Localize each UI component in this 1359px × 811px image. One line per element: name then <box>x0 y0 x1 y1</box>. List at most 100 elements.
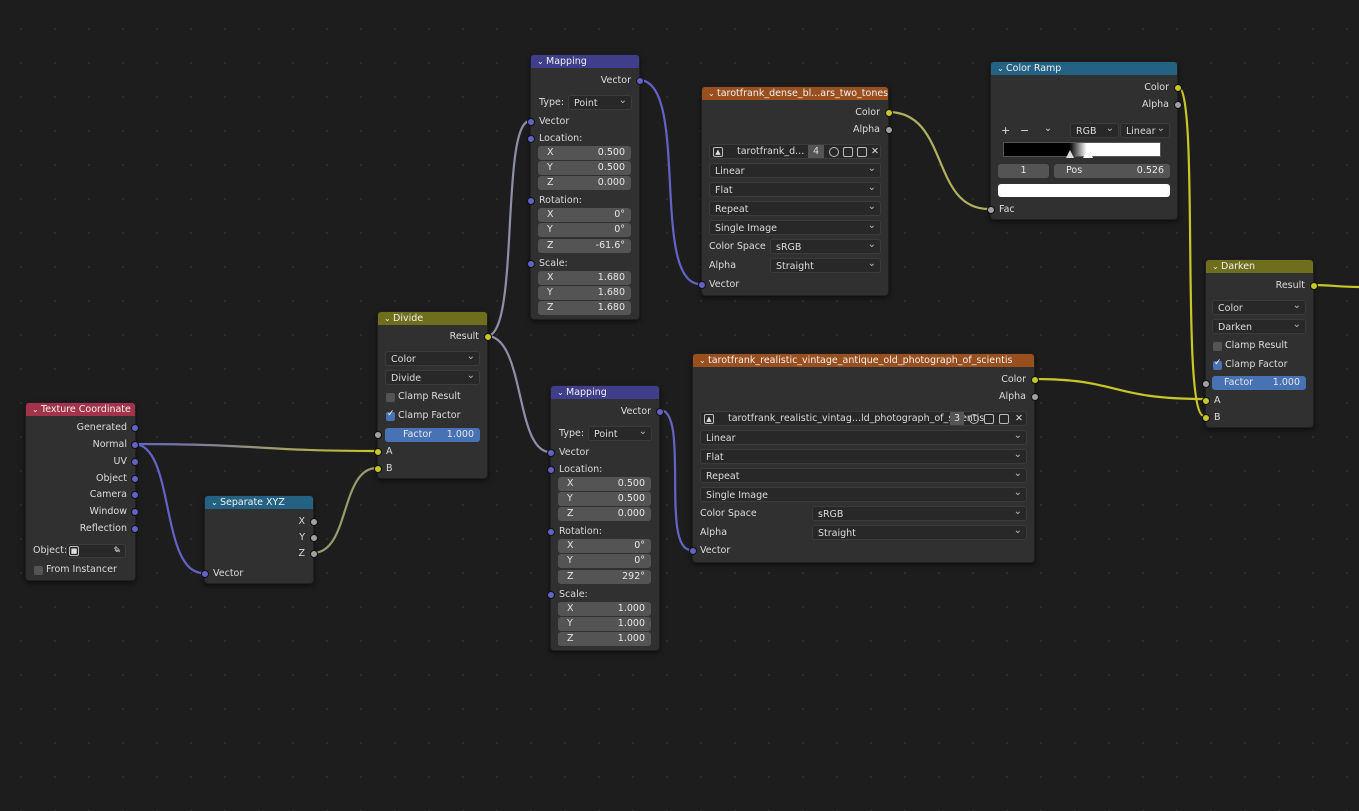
divide-node[interactable]: ⌄Divide Result Color Divide Clamp Result… <box>374 311 492 479</box>
fake-user-shield-icon[interactable] <box>969 414 979 424</box>
duplicate-icon[interactable] <box>843 147 853 157</box>
rotation-y-field[interactable]: Y 0° <box>558 554 651 568</box>
socket-scale[interactable] <box>547 591 555 599</box>
location-z-field[interactable]: Z 0.000 <box>558 507 651 521</box>
color-ramp-gradient[interactable] <box>1003 142 1161 157</box>
socket-uv[interactable] <box>131 458 139 466</box>
clamp-factor-checkbox[interactable] <box>386 409 395 421</box>
fake-user-shield-icon[interactable] <box>829 147 839 157</box>
data-type-dropdown[interactable]: Color <box>385 351 480 366</box>
socket-color-out[interactable] <box>1174 84 1182 92</box>
mapping-2-header[interactable]: ⌄ Mapping <box>551 386 659 399</box>
socket-a[interactable] <box>1202 397 1210 405</box>
ramp-stop-white-active[interactable] <box>1083 148 1093 158</box>
blend-mode-dropdown[interactable]: Divide <box>385 370 480 385</box>
socket-location[interactable] <box>547 466 555 474</box>
color-ramp-header[interactable]: ⌄ Color Ramp <box>991 62 1177 75</box>
socket-result[interactable] <box>484 333 492 341</box>
object-field[interactable]: ■ ✎ <box>66 544 126 558</box>
socket-color-out[interactable] <box>885 109 893 117</box>
projection-dropdown[interactable]: Flat <box>709 182 881 197</box>
collapse-chevron-icon[interactable]: ⌄ <box>211 496 220 509</box>
color-mode-dropdown[interactable]: RGB <box>1070 123 1119 138</box>
rotation-z-field[interactable]: Z 292° <box>558 570 651 584</box>
socket-rotation[interactable] <box>547 528 555 536</box>
color-space-dropdown[interactable]: sRGB <box>770 239 881 254</box>
interpolation-dropdown[interactable]: Linear <box>700 430 1027 445</box>
image-name[interactable]: tarotfrank_realistic_vintag...ld_photogr… <box>728 411 984 426</box>
data-type-dropdown[interactable]: Color <box>1212 300 1306 315</box>
user-count[interactable]: 3 <box>950 412 964 425</box>
mapping-node-2[interactable]: ⌄Mapping Vector Type: Point Vector Locat… <box>547 385 664 651</box>
close-icon[interactable]: ✕ <box>871 144 879 159</box>
user-count[interactable]: 4 <box>808 145 824 158</box>
socket-window[interactable] <box>131 508 139 516</box>
location-y-field[interactable]: Y 0.500 <box>558 492 651 506</box>
socket-generated[interactable] <box>131 424 139 432</box>
image-browse-icon[interactable]: ▲ <box>713 147 723 157</box>
darken-node[interactable]: ⌄Darken Result Color Darken Clamp Result… <box>1202 259 1318 428</box>
extension-dropdown[interactable]: Repeat <box>709 201 881 216</box>
socket-reflection[interactable] <box>131 525 139 533</box>
close-icon[interactable]: ✕ <box>1015 411 1023 426</box>
socket-vector-in[interactable] <box>547 449 555 457</box>
socket-normal[interactable] <box>131 441 139 449</box>
remove-stop-button[interactable]: − <box>1020 123 1029 138</box>
clamp-result-checkbox[interactable] <box>386 393 395 402</box>
eyedropper-icon[interactable]: ✎ <box>113 545 121 557</box>
socket-factor-in[interactable] <box>374 431 382 439</box>
socket-location[interactable] <box>527 135 535 143</box>
socket-x[interactable] <box>310 518 318 526</box>
socket-vector-in[interactable] <box>698 281 706 289</box>
socket-color-out[interactable] <box>1031 376 1039 384</box>
socket-a[interactable] <box>374 448 382 456</box>
projection-dropdown[interactable]: Flat <box>700 449 1027 464</box>
mapping-1-header[interactable]: ⌄ Mapping <box>531 55 639 68</box>
location-x-field[interactable]: X 0.500 <box>558 477 651 491</box>
ramp-interpolation-dropdown[interactable]: Linear <box>1120 123 1170 138</box>
collapse-chevron-icon[interactable]: ⌄ <box>384 312 393 325</box>
collapse-chevron-icon[interactable]: ⌄ <box>997 62 1006 75</box>
alpha-dropdown[interactable]: Straight <box>770 258 881 273</box>
socket-scale[interactable] <box>527 260 535 268</box>
folder-icon[interactable] <box>857 147 867 157</box>
interpolation-dropdown[interactable]: Linear <box>709 163 881 178</box>
collapse-chevron-icon[interactable]: ⌄ <box>557 386 566 399</box>
ramp-menu-chevron-icon[interactable]: ⌄ <box>1044 121 1052 136</box>
factor-field[interactable]: Factor 1.000 <box>1212 376 1306 390</box>
socket-b[interactable] <box>1202 414 1210 422</box>
type-dropdown[interactable]: Point <box>588 426 652 441</box>
extension-dropdown[interactable]: Repeat <box>700 468 1027 483</box>
divide-header[interactable]: ⌄ Divide <box>378 312 487 325</box>
socket-z[interactable] <box>310 550 318 558</box>
socket-camera[interactable] <box>131 491 139 499</box>
scale-x-field[interactable]: X 1.680 <box>538 271 631 285</box>
texture-coordinate-node[interactable]: ⌄ Texture Coordinate Generated Normal UV … <box>25 402 139 581</box>
socket-b[interactable] <box>374 465 382 473</box>
rotation-x-field[interactable]: X 0° <box>538 208 631 222</box>
from-instancer-checkbox[interactable] <box>34 566 43 575</box>
blend-mode-dropdown[interactable]: Darken <box>1212 319 1306 334</box>
image-name[interactable]: tarotfrank_d... <box>737 144 804 159</box>
rotation-y-field[interactable]: Y 0° <box>538 223 631 237</box>
scale-z-field[interactable]: Z 1.680 <box>538 301 631 315</box>
collapse-chevron-icon[interactable]: ⌄ <box>699 354 708 367</box>
scale-z-field[interactable]: Z 1.000 <box>558 632 651 646</box>
socket-alpha-out[interactable] <box>1174 101 1182 109</box>
socket-alpha-out[interactable] <box>885 126 893 134</box>
socket-vector-in[interactable] <box>689 547 697 555</box>
stop-color-swatch[interactable] <box>998 184 1170 197</box>
scale-x-field[interactable]: X 1.000 <box>558 602 651 616</box>
collapse-chevron-icon[interactable]: ⌄ <box>1212 260 1221 273</box>
scale-y-field[interactable]: Y 1.000 <box>558 617 651 631</box>
stop-position-field[interactable]: Pos 0.526 <box>1054 164 1170 178</box>
clamp-factor-checkbox[interactable] <box>1213 358 1222 370</box>
mapping-node-1[interactable]: ⌄Mapping Vector Type: Point Vector Locat… <box>527 54 644 320</box>
active-stop-index-field[interactable]: 1 <box>998 164 1049 178</box>
image-selector[interactable]: ▲ tarotfrank_realistic_vintag...ld_photo… <box>700 411 1027 426</box>
socket-alpha-out[interactable] <box>1031 393 1039 401</box>
source-dropdown[interactable]: Single Image <box>700 487 1027 502</box>
type-dropdown[interactable]: Point <box>568 95 632 110</box>
color-ramp-node[interactable]: ⌄Color Ramp Color Alpha + − ⌄ RGB Linear… <box>987 61 1182 220</box>
image-browse-icon[interactable]: ▲ <box>704 414 714 424</box>
